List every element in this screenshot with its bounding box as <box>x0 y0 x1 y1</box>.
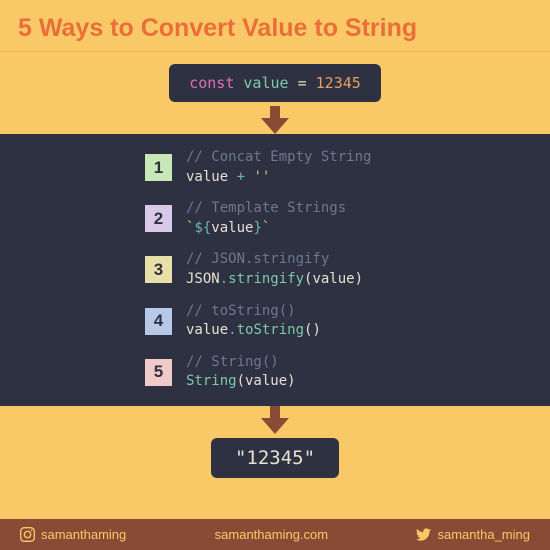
code-line-4: value.toString() <box>186 321 321 341</box>
instagram-handle: samanthaming <box>20 527 126 542</box>
twitter-handle: samantha_ming <box>416 527 530 542</box>
website-text: samanthaming.com <box>215 527 328 542</box>
var-name: value <box>243 74 288 92</box>
page-title: 5 Ways to Convert Value to String <box>0 0 550 52</box>
arrow-stem-top <box>270 106 280 118</box>
instagram-text: samanthaming <box>41 527 126 542</box>
result-value: "12345" <box>211 438 339 478</box>
number-badge-3: 3 <box>145 256 172 283</box>
methods-list: 1 // Concat Empty String value + '' 2 //… <box>0 134 550 406</box>
twitter-icon <box>416 527 431 542</box>
number-badge-1: 1 <box>145 154 172 181</box>
number-literal: 12345 <box>316 74 361 92</box>
keyword-const: const <box>189 74 234 92</box>
code-block-4: // toString() value.toString() <box>186 302 321 341</box>
arrow-stem-bottom <box>270 406 280 418</box>
method-item-3: 3 // JSON.stringify JSON.stringify(value… <box>145 250 550 289</box>
instagram-icon <box>20 527 35 542</box>
arrow-down-icon <box>261 418 289 434</box>
method-item-2: 2 // Template Strings `${value}` <box>145 199 550 238</box>
code-block-1: // Concat Empty String value + '' <box>186 148 371 187</box>
arrow-down-icon <box>261 118 289 134</box>
code-line-2: `${value}` <box>186 219 346 239</box>
code-line-3: JSON.stringify(value) <box>186 270 363 290</box>
footer-bar: samanthaming samanthaming.com samantha_m… <box>0 519 550 550</box>
number-badge-2: 2 <box>145 205 172 232</box>
code-line-1: value + '' <box>186 168 371 188</box>
comment-3: // JSON.stringify <box>186 250 363 270</box>
method-item-1: 1 // Concat Empty String value + '' <box>145 148 550 187</box>
twitter-text: samantha_ming <box>437 527 530 542</box>
method-item-5: 5 // String() String(value) <box>145 353 550 392</box>
code-block-2: // Template Strings `${value}` <box>186 199 346 238</box>
comment-5: // String() <box>186 353 296 373</box>
number-badge-4: 4 <box>145 308 172 335</box>
equals: = <box>298 74 307 92</box>
comment-2: // Template Strings <box>186 199 346 219</box>
comment-1: // Concat Empty String <box>186 148 371 168</box>
code-line-5: String(value) <box>186 372 296 392</box>
method-item-4: 4 // toString() value.toString() <box>145 302 550 341</box>
const-declaration: const value = 12345 <box>169 64 381 102</box>
code-block-3: // JSON.stringify JSON.stringify(value) <box>186 250 363 289</box>
code-block-5: // String() String(value) <box>186 353 296 392</box>
number-badge-5: 5 <box>145 359 172 386</box>
comment-4: // toString() <box>186 302 321 322</box>
